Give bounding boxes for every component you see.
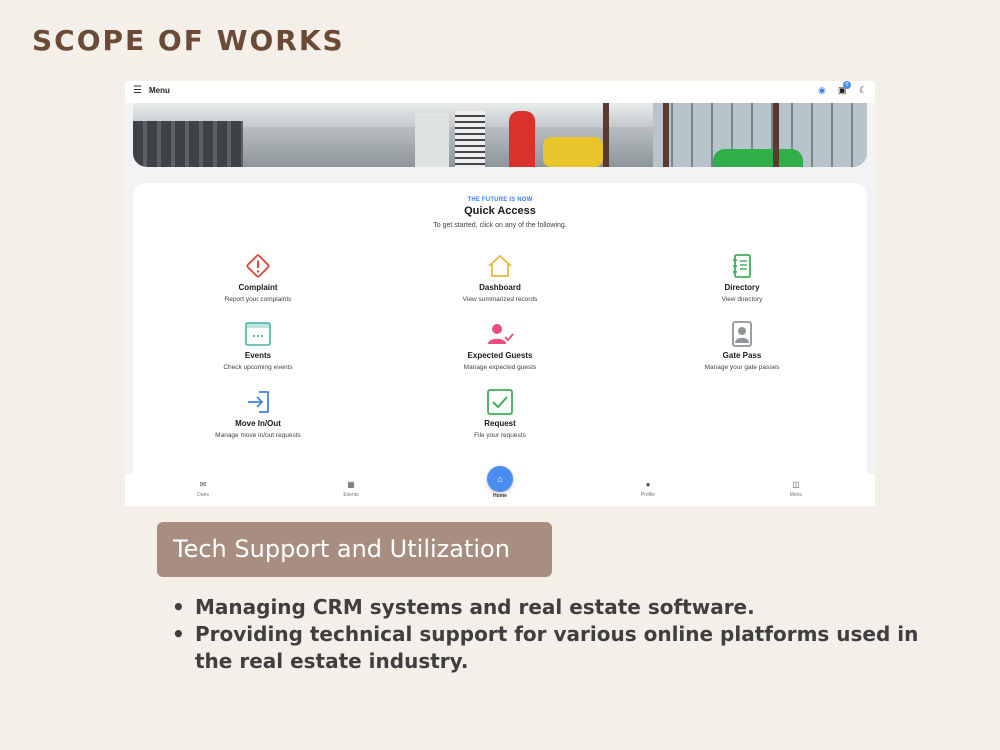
bullet-item: Providing technical support for various … xyxy=(172,621,932,675)
nav-label: Events xyxy=(343,492,359,498)
quick-access-title: Quick Access xyxy=(464,205,536,217)
quick-access-card: THE FUTURE IS NOW Quick Access To get st… xyxy=(133,183,867,483)
menu-label[interactable]: Menu xyxy=(149,86,170,95)
tile-directory[interactable]: Directory View directory xyxy=(642,251,842,303)
tile-name: Complaint xyxy=(238,283,278,292)
nav-label: Menu xyxy=(789,492,803,498)
tile-dashboard[interactable]: Dashboard View summarized records xyxy=(400,251,600,303)
calendar-icon: ▦ xyxy=(347,480,355,489)
hero-banner-image xyxy=(133,103,867,167)
nav-menu[interactable]: ◫ Menu xyxy=(766,480,826,498)
home-icon: ⌂ xyxy=(497,474,503,484)
tile-name: Gate Pass xyxy=(722,351,762,360)
tile-description: View directory xyxy=(721,296,763,303)
tile-description: View summarized records xyxy=(462,296,538,303)
checkbox-icon xyxy=(487,389,513,415)
tile-name: Events xyxy=(244,351,272,360)
nav-dues[interactable]: ✉ Dues xyxy=(173,480,233,498)
quick-access-kicker: THE FUTURE IS NOW xyxy=(467,197,533,203)
nav-label: Dues xyxy=(197,492,209,498)
tile-name: Expected Guests xyxy=(467,351,533,360)
tile-name: Dashboard xyxy=(479,283,521,292)
nav-events[interactable]: ▦ Events xyxy=(321,480,381,498)
tile-name: Request xyxy=(484,419,516,428)
tile-move-in-out[interactable]: Move In/Out Manage move in/out requests xyxy=(158,387,358,439)
tile-gate-pass[interactable]: Gate Pass Manage your gate passes xyxy=(642,319,842,371)
envelope-icon: ✉ xyxy=(199,480,207,489)
tile-expected-guests[interactable]: Expected Guests Manage expected guests xyxy=(400,319,600,371)
nav-profile[interactable]: ● Profile xyxy=(618,480,678,498)
bullet-list: Managing CRM systems and real estate sof… xyxy=(172,594,932,675)
tile-complaint[interactable]: Complaint Report your complaints xyxy=(158,251,358,303)
tile-description: Manage expected guests xyxy=(463,364,537,371)
warning-diamond-icon xyxy=(246,254,270,278)
home-outline-icon xyxy=(488,255,512,277)
tile-description: File your requests xyxy=(474,432,526,439)
hamburger-icon[interactable]: ☰ xyxy=(133,85,142,96)
moon-icon[interactable]: ☾ xyxy=(859,85,867,96)
tile-description: Manage move in/out requests xyxy=(215,432,301,439)
sidebar-icon: ◫ xyxy=(792,480,800,489)
bullet-item: Managing CRM systems and real estate sof… xyxy=(172,594,932,621)
slide-title: SCOPE OF WORKS xyxy=(32,24,345,57)
nav-label-home: Home xyxy=(493,493,507,499)
section-label: Tech Support and Utilization xyxy=(157,522,552,577)
id-badge-icon xyxy=(732,321,752,347)
home-button[interactable]: ⌂ xyxy=(487,466,513,492)
sign-in-icon xyxy=(248,391,269,413)
nav-label: Profile xyxy=(640,492,656,498)
tile-name: Move In/Out xyxy=(235,419,281,428)
notebook-icon xyxy=(733,254,751,278)
palette-icon[interactable]: ◉ xyxy=(818,85,826,96)
tile-request[interactable]: Request File your requests xyxy=(400,387,600,439)
tile-description: Check upcoming events xyxy=(223,364,293,371)
quick-access-subtitle: To get started, click on any of the foll… xyxy=(433,222,567,229)
user-check-icon xyxy=(488,324,514,344)
tile-description: Manage your gate passes xyxy=(704,364,780,371)
person-icon: ● xyxy=(645,480,651,489)
calendar-icon xyxy=(245,322,271,346)
tile-name: Directory xyxy=(724,283,760,292)
app-topbar: ☰ Menu ◉ ▣ 0 ☾ xyxy=(125,81,875,103)
app-screenshot: ☰ Menu ◉ ▣ 0 ☾ THE FUTURE IS NOW Quick A… xyxy=(125,81,875,506)
tile-description: Report your complaints xyxy=(224,296,292,303)
tile-events[interactable]: Events Check upcoming events xyxy=(158,319,358,371)
cart-badge: 0 xyxy=(843,81,851,89)
